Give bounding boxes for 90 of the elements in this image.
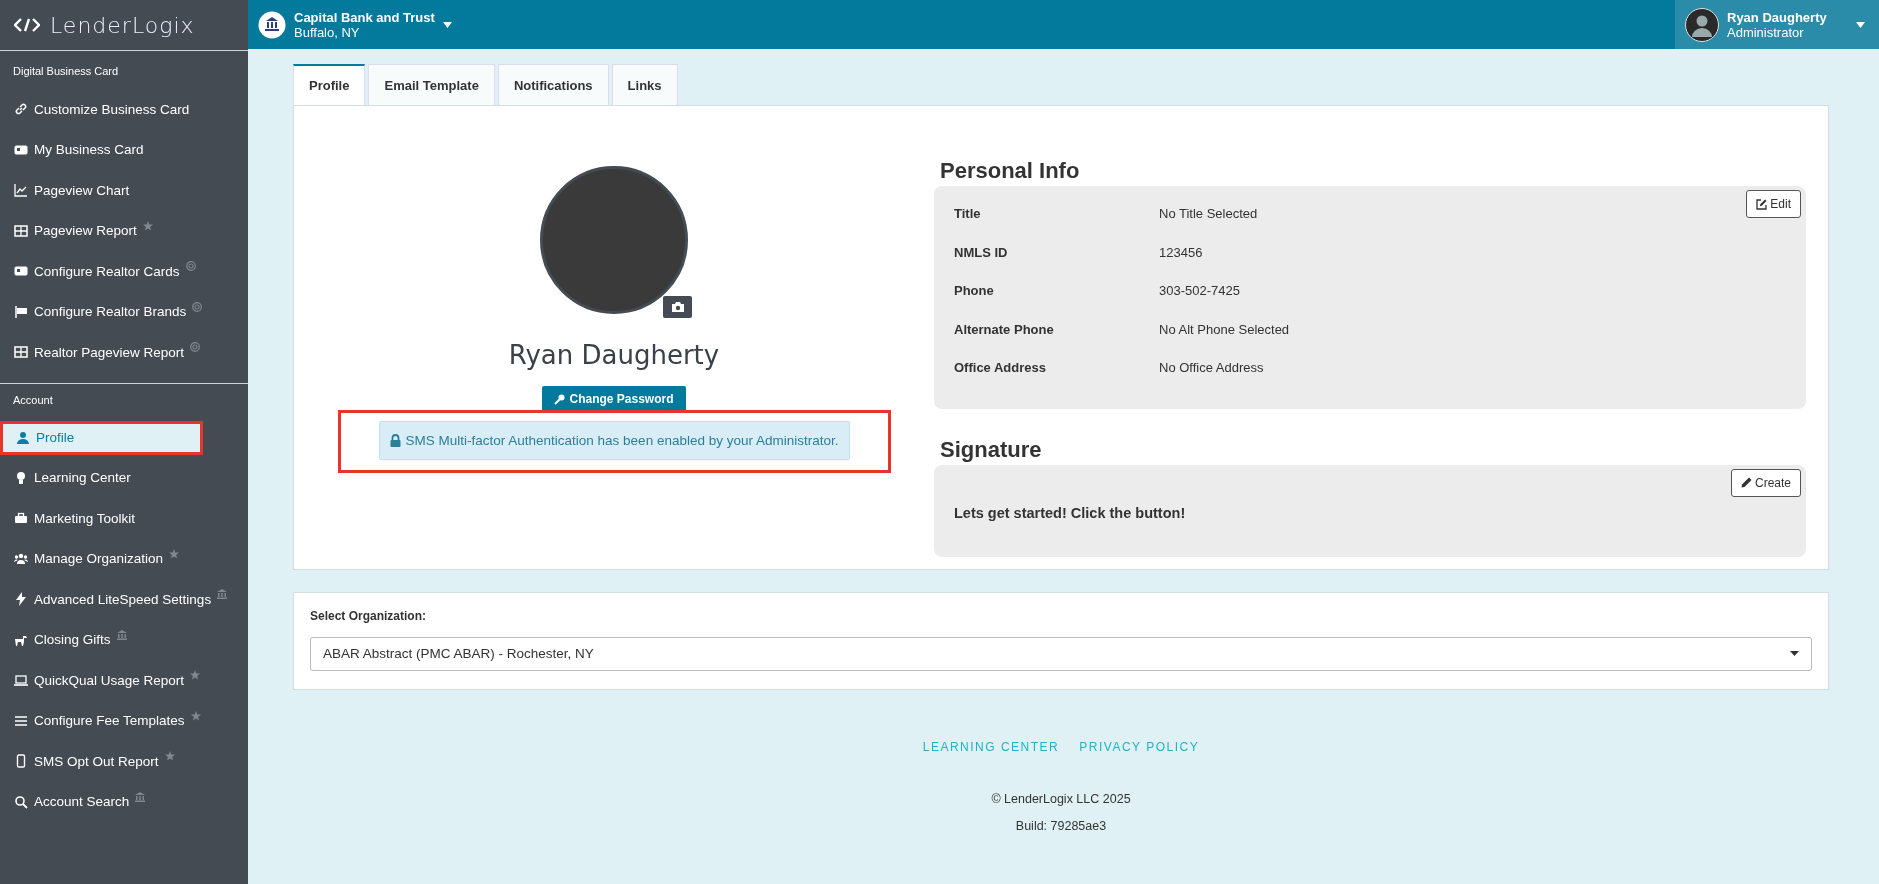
sidebar-section-title: Digital Business Card <box>12 65 120 79</box>
code-brackets-icon <box>14 18 40 32</box>
star-icon <box>190 670 201 680</box>
sidebar-item[interactable]: Configure Fee Templates <box>0 700 248 741</box>
sidebar-item[interactable]: Customize Business Card <box>0 89 248 130</box>
sidebar-item[interactable]: Configure Realtor Brands <box>0 291 248 332</box>
edit-button[interactable]: Edit <box>1746 190 1801 218</box>
field-value: No Office Address <box>1159 360 1264 377</box>
star-icon <box>142 220 153 231</box>
sidebar-item[interactable]: Closing Gifts <box>0 619 248 660</box>
sidebar-item[interactable]: SMS Opt Out Report <box>0 741 248 782</box>
target-icon <box>192 301 203 312</box>
bank-icon <box>217 589 228 599</box>
user-icon <box>16 430 30 445</box>
section-heading: Personal Info <box>940 158 1081 184</box>
search-icon <box>14 794 28 809</box>
star-icon <box>169 548 180 559</box>
edit-icon <box>1756 198 1768 210</box>
sidebar-item[interactable]: Pageview Report <box>0 210 248 251</box>
laptop-icon <box>14 673 28 688</box>
user-menu[interactable]: Ryan Daugherty Administrator <box>1675 0 1879 49</box>
card-icon <box>14 264 28 279</box>
target-icon <box>190 342 201 352</box>
users-icon <box>14 551 28 566</box>
caret-down-icon <box>1856 21 1865 28</box>
field-label: Title <box>954 206 982 223</box>
link-icon <box>14 102 28 117</box>
copyright-text: © LenderLogix LLC 2025 <box>991 791 1131 806</box>
camera-icon <box>671 302 684 312</box>
table-icon <box>14 345 28 360</box>
star-icon <box>164 751 175 761</box>
field-label: Select Organization: <box>310 608 428 623</box>
signature-message: Lets get started! Click the button! <box>954 504 1187 521</box>
profile-name: Ryan Daugherty <box>508 340 720 370</box>
chart-icon <box>14 183 28 198</box>
caret-down-icon <box>1790 651 1799 656</box>
company-location: Buffalo, NY <box>294 24 361 40</box>
target-icon <box>185 261 196 271</box>
bolt-icon <box>14 592 28 607</box>
field-label: NMLS ID <box>954 244 1009 262</box>
sidebar-item[interactable]: My Business Card <box>0 129 248 170</box>
alert-message: SMS Multi-factor Authentication has been enabled by your Administrator. <box>405 433 839 448</box>
field-value: No Alt Phone Selected <box>1159 321 1290 339</box>
tab[interactable]: Links <box>611 64 678 105</box>
bars-icon <box>14 713 28 728</box>
table-icon <box>14 223 28 238</box>
organization-select[interactable]: ABAR Abstract (PMC ABAR) - Rochester, NY <box>310 636 1812 671</box>
sidebar-item[interactable]: Pageview Chart <box>0 170 248 211</box>
camera-button[interactable] <box>663 296 692 318</box>
build-number: Build: 79285ae3 <box>1015 818 1107 833</box>
tab[interactable]: Email Template <box>368 64 495 105</box>
sidebar-item[interactable]: Marketing Toolkit <box>0 498 248 539</box>
user-role: Administrator <box>1727 24 1804 40</box>
caret-down-icon[interactable] <box>442 21 452 28</box>
change-password-button[interactable]: Change Password <box>542 386 686 412</box>
field-label: Office Address <box>954 360 1047 377</box>
section-heading: Signature <box>940 436 1043 463</box>
brand-logo-text: LenderLogix <box>50 12 195 38</box>
bulb-icon <box>14 470 28 485</box>
field-label: Alternate Phone <box>954 321 1055 339</box>
mobile-icon <box>14 754 28 769</box>
user-name: Ryan Daugherty <box>1727 9 1828 25</box>
sidebar-section-title: Account <box>12 393 54 408</box>
pencil-icon <box>1740 477 1752 488</box>
lock-icon <box>389 434 401 447</box>
bank-logo-icon <box>258 10 286 39</box>
field-label: Phone <box>954 283 995 300</box>
bank-icon <box>135 791 146 802</box>
sidebar-item[interactable]: Profile <box>0 420 203 455</box>
sidebar-item[interactable]: QuickQual Usage Report <box>0 660 248 701</box>
sidebar-item[interactable]: Account Search <box>0 781 248 822</box>
company-name: Capital Bank and Trust <box>294 9 435 25</box>
field-value: No Title Selected <box>1159 206 1258 223</box>
card-icon <box>14 142 28 157</box>
field-value: 123456 <box>1159 244 1203 262</box>
tab[interactable]: Notifications <box>497 64 609 105</box>
sidebar-item[interactable]: Configure Realtor Cards <box>0 251 248 292</box>
sidebar-item[interactable]: Manage Organization <box>0 538 248 579</box>
avatar-silhouette-icon <box>1685 7 1719 42</box>
tab[interactable]: Profile <box>293 64 366 105</box>
create-button[interactable]: Create <box>1730 468 1801 497</box>
field-value: 303-502-7425 <box>1159 283 1240 300</box>
bank-icon <box>116 629 127 640</box>
key-icon <box>554 393 566 405</box>
sidebar-item[interactable]: Advanced LiteSpeed Settings <box>0 579 248 620</box>
star-icon <box>190 710 201 721</box>
toolbox-icon <box>14 511 28 526</box>
sidebar-item[interactable]: Realtor Pageview Report <box>0 332 248 373</box>
sidebar-item[interactable]: Learning Center <box>0 457 248 498</box>
flag-icon <box>14 304 28 319</box>
